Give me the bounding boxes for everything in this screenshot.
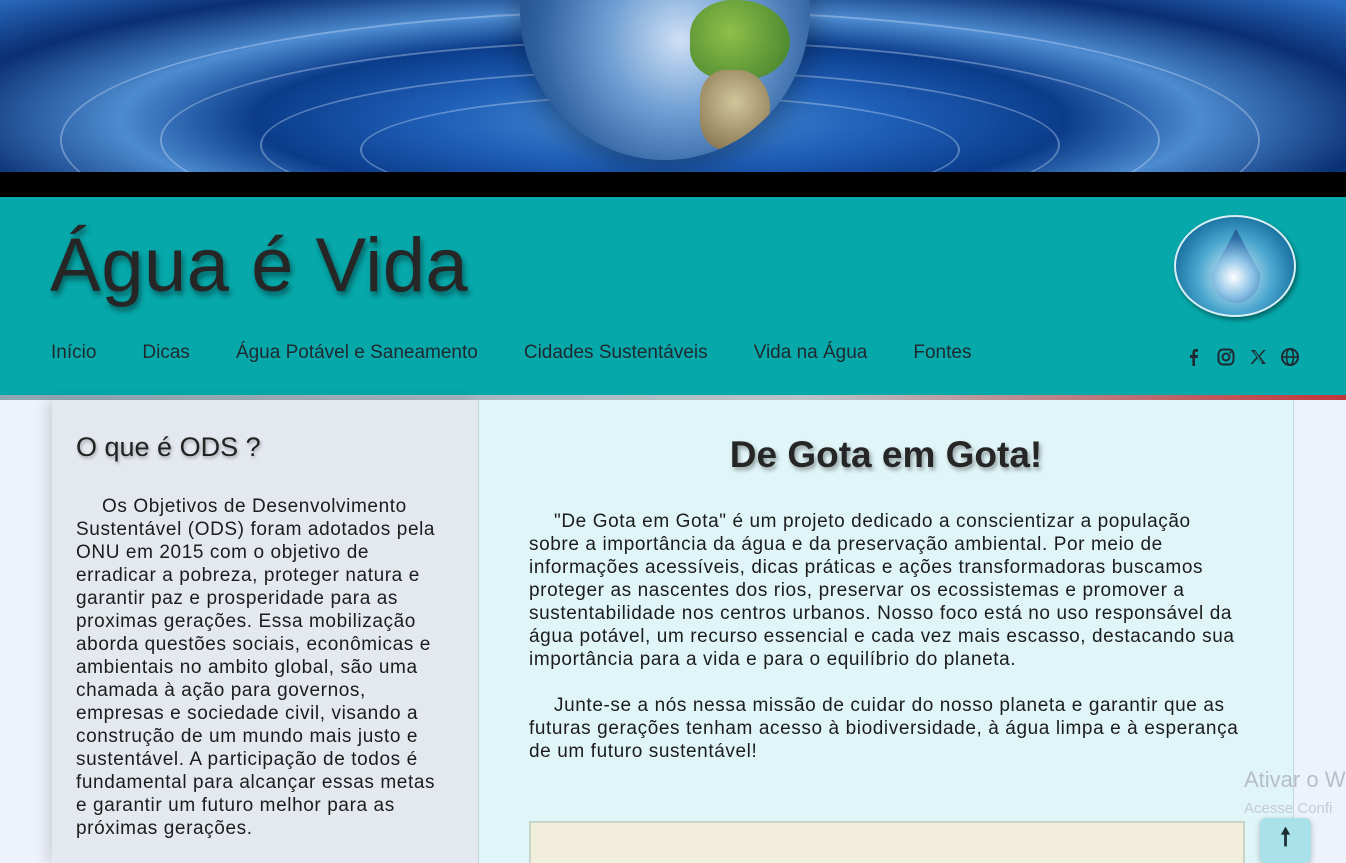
activation-watermark-subtitle: Acesse Confi [1244, 800, 1333, 817]
nav-agua-potavel[interactable]: Água Potável e Saneamento [236, 342, 478, 364]
instagram-icon[interactable] [1216, 347, 1236, 367]
call-to-action-paragraph: Junte-se a nós nessa missão de cuidar do… [529, 695, 1239, 762]
nav-vida-na-agua[interactable]: Vida na Água [754, 342, 868, 364]
ods-sidebar: O que é ODS ? Os Objetivos de Desenvolvi… [52, 400, 478, 863]
sidebar-text: Os Objetivos de Desenvolvimento Sustentá… [76, 496, 436, 839]
water-drop-logo[interactable] [1174, 215, 1296, 317]
nav-fontes[interactable]: Fontes [913, 342, 971, 364]
page-title: De Gota em Gota! [729, 434, 1043, 475]
site-header: Água é Vida Início Dicas Água Potável e … [0, 197, 1346, 395]
activation-watermark-title: Ativar o W [1244, 767, 1346, 792]
sidebar-title: O que é ODS ? [76, 432, 261, 462]
nav-cidades-sustentaveis[interactable]: Cidades Sustentáveis [524, 342, 708, 364]
globe-icon[interactable] [1280, 347, 1300, 367]
hero-banner-image [0, 0, 1346, 172]
banner-divider [0, 172, 1346, 197]
nav-inicio[interactable]: Início [51, 342, 96, 364]
nav-dicas[interactable]: Dicas [142, 342, 190, 364]
social-links [1184, 347, 1300, 367]
site-title: Água é Vida [50, 223, 469, 308]
intro-paragraph: "De Gota em Gota" é um projeto dedicado … [529, 511, 1235, 670]
content-card [529, 821, 1245, 863]
x-icon[interactable] [1248, 347, 1268, 367]
facebook-icon[interactable] [1184, 347, 1204, 367]
back-to-top-button[interactable]: 🠕 [1260, 818, 1311, 863]
arrow-up-icon: 🠕 [1280, 824, 1291, 851]
main-nav: Início Dicas Água Potável e Saneamento C… [51, 342, 971, 364]
main-content: De Gota em Gota! "De Gota em Gota" é um … [478, 400, 1294, 863]
